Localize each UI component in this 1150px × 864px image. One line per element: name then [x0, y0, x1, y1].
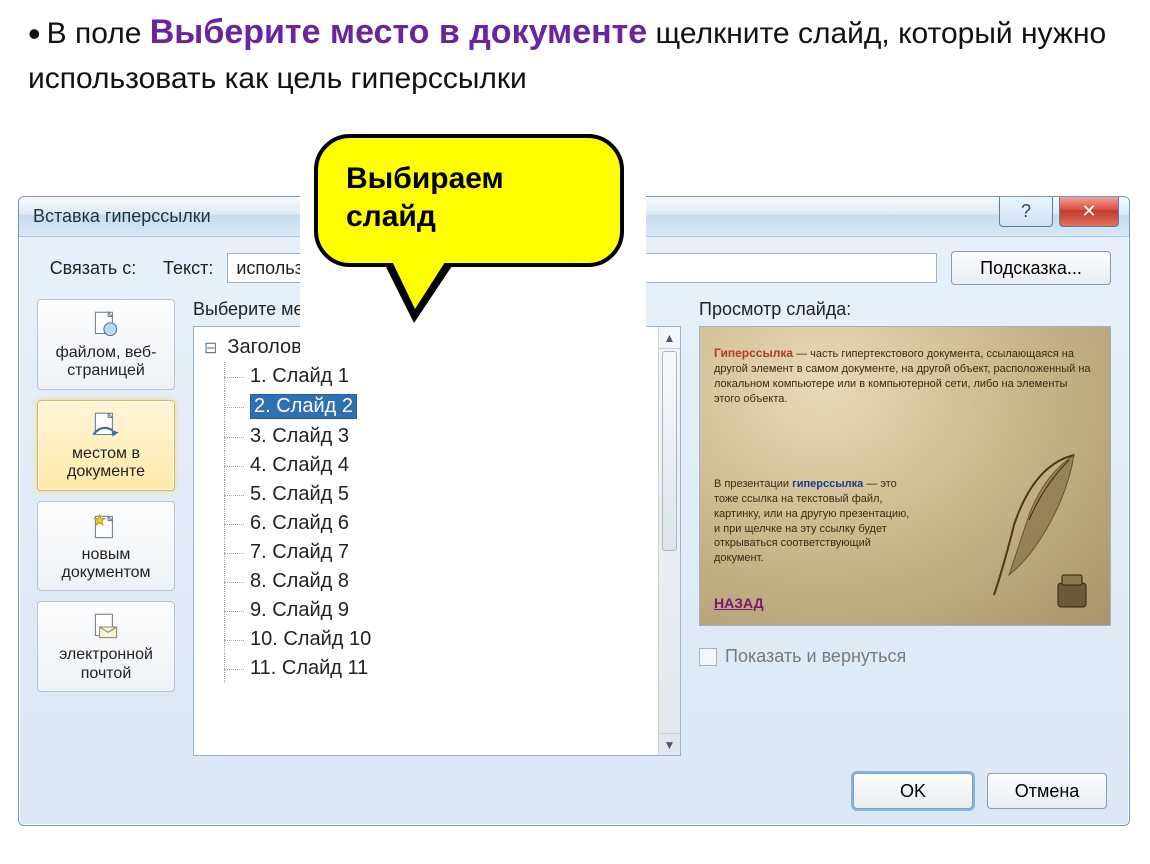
place-in-doc-icon	[89, 411, 123, 441]
link-to-place-label: местом в документе	[67, 445, 145, 480]
slide-preview: Гиперссылка — часть гипертекстового доку…	[699, 326, 1111, 626]
tree-item[interactable]: 1. Слайд 1	[204, 362, 676, 391]
preview-term: Гиперссылка	[714, 346, 793, 360]
tree-item-label: 2. Слайд 2	[250, 394, 357, 419]
ok-button[interactable]: OK	[853, 773, 973, 809]
link-to-email-button[interactable]: электронной почтой	[37, 601, 175, 692]
new-doc-icon	[89, 512, 123, 542]
preview-paragraph-1: Гиперссылка — часть гипертекстового доку…	[714, 345, 1096, 406]
scroll-down-icon[interactable]: ▼	[659, 733, 680, 755]
bullet-dot: •	[28, 13, 41, 54]
show-and-return-checkbox[interactable]: Показать и вернуться	[699, 646, 1111, 667]
email-icon	[89, 612, 123, 642]
tree-item[interactable]: 4. Слайд 4	[204, 451, 676, 480]
inkwell-icon	[1050, 567, 1094, 611]
tree-item-label: 10. Слайд 10	[250, 628, 371, 651]
preview-paragraph-2: В презентации гиперссылка — это тоже ссы…	[714, 477, 914, 566]
help-button[interactable]: ?	[999, 197, 1053, 227]
text-label: Текст:	[163, 258, 213, 279]
close-icon: ✕	[1081, 201, 1096, 222]
callout-bubble: Выбираем слайд	[314, 134, 624, 267]
callout-tail	[384, 263, 454, 323]
preview-section-label: Просмотр слайда:	[699, 299, 1111, 320]
tree-scrollbar[interactable]: ▲ ▼	[658, 327, 680, 755]
file-web-icon	[89, 310, 123, 340]
instruction-text: •В поле Выберите место в документе щелкн…	[0, 0, 1150, 99]
tree-item[interactable]: 2. Слайд 2	[204, 391, 676, 422]
preview-p2a: В презентации	[714, 478, 792, 490]
tree-item-label: 4. Слайд 4	[250, 454, 349, 477]
tree-item[interactable]: 3. Слайд 3	[204, 422, 676, 451]
link-to-web-label: файлом, веб- страницей	[56, 344, 157, 379]
close-button[interactable]: ✕	[1059, 197, 1119, 227]
checkbox-box[interactable]	[699, 648, 717, 666]
tree-item[interactable]: 6. Слайд 6	[204, 509, 676, 538]
link-to-web-button[interactable]: файлом, веб- страницей	[37, 299, 175, 390]
tree-item-label: 7. Слайд 7	[250, 541, 349, 564]
tree-inner: Заголовки слайдов 1. Слайд 12. Слайд 23.…	[194, 327, 680, 689]
instruction-highlight: Выберите место в документе	[150, 13, 647, 51]
preview-p2b: гиперссылка	[792, 478, 863, 490]
screentip-button[interactable]: Подсказка...	[951, 251, 1111, 285]
link-to-newdoc-button[interactable]: новым документом	[37, 501, 175, 592]
tree-item-label: 1. Слайд 1	[250, 365, 349, 388]
link-to-sidebar: файлом, веб- страницей местом в документ…	[37, 299, 175, 756]
tree-item[interactable]: 7. Слайд 7	[204, 538, 676, 567]
tree-item-label: 5. Слайд 5	[250, 483, 349, 506]
help-icon: ?	[1021, 201, 1031, 222]
callout-line2: слайд	[346, 198, 592, 236]
tree-item-label: 6. Слайд 6	[250, 512, 349, 535]
dialog-title: Вставка гиперссылки	[33, 206, 211, 227]
callout-line1: Выбираем	[346, 160, 592, 198]
preview-p2c: — это тоже ссылка на текстовый файл, кар…	[714, 478, 909, 564]
cancel-button[interactable]: Отмена	[987, 773, 1107, 809]
callout: Выбираем слайд	[314, 134, 624, 323]
tree-item-label: 9. Слайд 9	[250, 599, 349, 622]
link-to-newdoc-label: новым документом	[61, 546, 150, 581]
slide-tree[interactable]: Заголовки слайдов 1. Слайд 12. Слайд 23.…	[193, 326, 681, 756]
show-and-return-label: Показать и вернуться	[725, 646, 906, 667]
preview-back-link: НАЗАД	[714, 595, 764, 611]
tree-item[interactable]: 8. Слайд 8	[204, 567, 676, 596]
instruction-prefix: В поле	[47, 17, 150, 50]
link-to-place-button[interactable]: местом в документе	[37, 400, 175, 491]
tree-item-label: 3. Слайд 3	[250, 425, 349, 448]
tree-item[interactable]: 5. Слайд 5	[204, 480, 676, 509]
link-with-label: Связать с:	[37, 258, 149, 279]
tree-item[interactable]: 9. Слайд 9	[204, 596, 676, 625]
tree-item[interactable]: 10. Слайд 10	[204, 625, 676, 654]
tree-item[interactable]: 11. Слайд 11	[204, 654, 676, 683]
tree-item-label: 8. Слайд 8	[250, 570, 349, 593]
scroll-up-icon[interactable]: ▲	[659, 327, 680, 349]
link-to-email-label: электронной почтой	[59, 646, 153, 681]
tree-item-label: 11. Слайд 11	[250, 657, 368, 680]
scroll-thumb[interactable]	[662, 351, 677, 551]
